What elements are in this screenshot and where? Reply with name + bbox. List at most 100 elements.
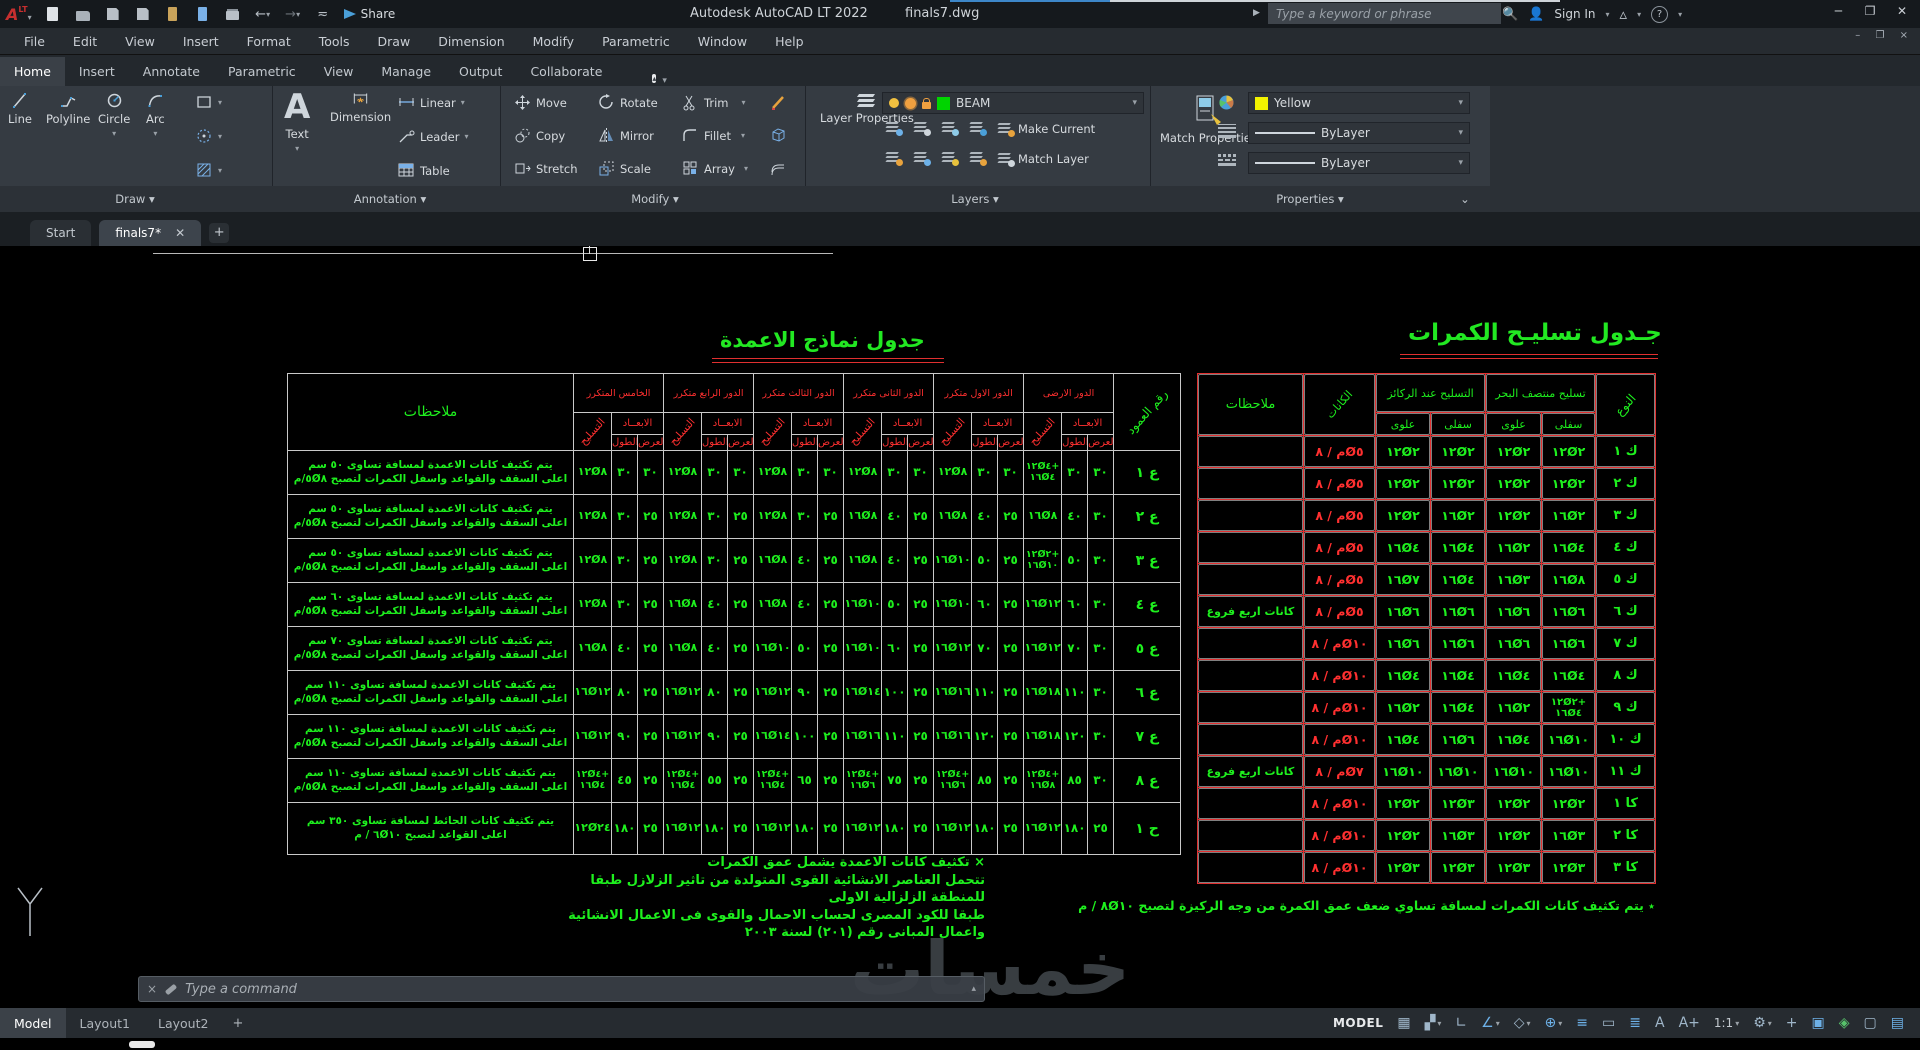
file-tab-close-icon[interactable]: ✕ [175,226,185,240]
lineweight-display-icon[interactable]: ≡ [1576,1015,1588,1031]
layer-isolate-icon[interactable] [913,122,931,136]
move-button[interactable]: Move [514,94,567,111]
layer-off-icon[interactable] [885,122,903,136]
command-history-icon[interactable]: ▴ [971,984,976,994]
file-tab-finals7[interactable]: finals7* ✕ [99,220,202,246]
draw-panel-label[interactable]: Draw ▾ [60,192,210,206]
open-from-mobile-icon[interactable] [194,6,212,22]
ribbon-tab-output[interactable]: Output [445,57,516,86]
isodraft-icon[interactable]: ◇ ▾ [1514,1015,1531,1031]
menu-item-help[interactable]: Help [761,34,818,49]
ribbon-tab-manage[interactable]: Manage [367,57,445,86]
rectangle-tool-button[interactable]: ▾ [196,94,222,111]
ribbon-tab-home[interactable]: Home [0,57,65,86]
redo-icon[interactable]: → ▾ [284,6,302,22]
menu-item-modify[interactable]: Modify [519,34,588,49]
layers-panel-label[interactable]: Layers ▾ [895,192,1055,206]
menu-item-format[interactable]: Format [233,34,305,49]
make-current-button[interactable]: Make Current [997,122,1095,137]
save-as-icon[interactable] [134,6,152,22]
text-button[interactable]: A Text ▾ [284,90,310,153]
ribbon-minimize-button[interactable]: ▴ [616,69,657,86]
model-space-badge[interactable]: MODEL [1333,1015,1383,1031]
command-customize-icon[interactable] [164,983,178,995]
circle-button[interactable]: Circle ▾ [98,92,130,138]
save-to-mobile-icon[interactable] [164,6,182,22]
match-layer-button[interactable]: Match Layer [997,152,1089,167]
annotation-panel-label[interactable]: Annotation ▾ [310,192,470,206]
modify-panel-label[interactable]: Modify ▾ [575,192,735,206]
tab-layout1[interactable]: Layout1 [66,1008,144,1038]
ribbon-tab-insert[interactable]: Insert [65,57,129,86]
array-button[interactable]: Array ▾ [682,160,748,177]
scale-button[interactable]: Scale [598,160,651,177]
layer-freeze-icon[interactable] [941,122,959,136]
ribbon-tab-parametric[interactable]: Parametric [214,57,310,86]
minimize-button[interactable]: ─ [1824,4,1852,18]
erase-button[interactable] [770,94,787,111]
dimension-button[interactable]: Dimension [330,90,391,124]
lineweight-select[interactable]: ByLayer ▾ [1248,122,1470,144]
help-caret-icon[interactable]: ▾ [1678,10,1682,19]
layer-unlock-all-icon[interactable] [969,152,987,166]
undo-icon[interactable]: ← ▾ [254,6,272,22]
share-button[interactable]: Share [343,7,395,21]
layer-unlock-icon[interactable] [922,97,931,109]
tab-layout2[interactable]: Layout2 [144,1008,222,1038]
autodesk-app-icon[interactable]: ▵ [1620,5,1628,23]
autocad-logo[interactable]: ALT▾ [6,5,32,24]
leader-button[interactable]: Leader ▾ [398,128,468,145]
workspace-gear-icon[interactable]: ⚙ ▾ [1753,1015,1772,1031]
object-snap-icon[interactable]: ⊕ ▾ [1545,1015,1563,1031]
save-icon[interactable] [104,6,122,22]
layer-thaw-all-icon[interactable] [913,152,931,166]
transparency-icon[interactable]: ▭ [1602,1015,1615,1031]
menu-item-window[interactable]: Window [684,34,761,49]
ribbon-tab-annotate[interactable]: Annotate [129,57,214,86]
new-layout-button[interactable]: + [222,1016,253,1031]
restore-button[interactable]: ❐ [1856,4,1884,18]
trim-button[interactable]: Trim ▾ [682,94,745,111]
isolate-objects-icon[interactable]: ▢ [1864,1015,1877,1031]
menu-item-view[interactable]: View [111,34,169,49]
explode-button[interactable] [770,127,787,144]
tab-model[interactable]: Model [0,1008,66,1038]
user-icon[interactable]: 👤 [1528,7,1544,22]
menu-item-file[interactable]: File [10,34,59,49]
command-line[interactable]: × Type a command ▴ [138,976,985,1002]
snap-mode-icon[interactable]: ▞ ▾ [1425,1015,1442,1031]
menu-item-tools[interactable]: Tools [305,34,364,49]
menu-item-edit[interactable]: Edit [59,34,111,49]
ortho-icon[interactable]: ∟ [1455,1015,1467,1031]
command-input[interactable]: Type a command [185,982,297,997]
command-close-icon[interactable]: × [147,982,157,996]
customize-qat-icon[interactable]: ≂ [314,6,332,22]
drawing-canvas[interactable]: جدول نماذج الاعمدة جـدول تسليـح الكمرات … [0,246,1920,1008]
autoscale-icon[interactable]: A+ [1679,1015,1700,1031]
rotate-button[interactable]: Rotate [598,94,658,111]
open-file-icon[interactable] [74,6,92,22]
grid-icon[interactable]: ▦ [1397,1015,1410,1031]
menu-item-insert[interactable]: Insert [169,34,233,49]
menu-item-draw[interactable]: Draw [364,34,425,49]
ribbon-tab-collaborate[interactable]: Collaborate [516,57,616,86]
menu-item-parametric[interactable]: Parametric [588,34,684,49]
fillet-button[interactable]: Fillet ▾ [682,127,745,144]
ribbon-tab-view[interactable]: View [310,57,368,86]
layer-thaw-icon[interactable] [905,97,916,109]
selection-cycling-icon[interactable]: ≣ [1629,1015,1641,1031]
annotation-monitor-icon[interactable]: + [1786,1015,1798,1031]
search-icon[interactable]: 🔍 [1502,7,1518,22]
stretch-button[interactable]: Stretch [514,160,577,177]
polyline-button[interactable]: Polyline [46,92,90,126]
layer-unisolate-icon[interactable] [885,152,903,166]
close-button[interactable]: ✕ [1888,4,1916,18]
clean-screen-icon[interactable]: ▤ [1891,1015,1904,1031]
new-file-tab-button[interactable]: + [209,223,230,246]
drawing-window-controls[interactable]: – ❐ × [1855,30,1914,41]
plot-icon[interactable] [224,6,242,22]
layer-select[interactable]: BEAM ▾ [882,92,1144,114]
annotation-scale-control[interactable]: 1:1 ▾ [1714,1016,1739,1030]
layer-color-swatch[interactable] [937,96,950,110]
layer-lock-icon[interactable] [969,122,987,136]
